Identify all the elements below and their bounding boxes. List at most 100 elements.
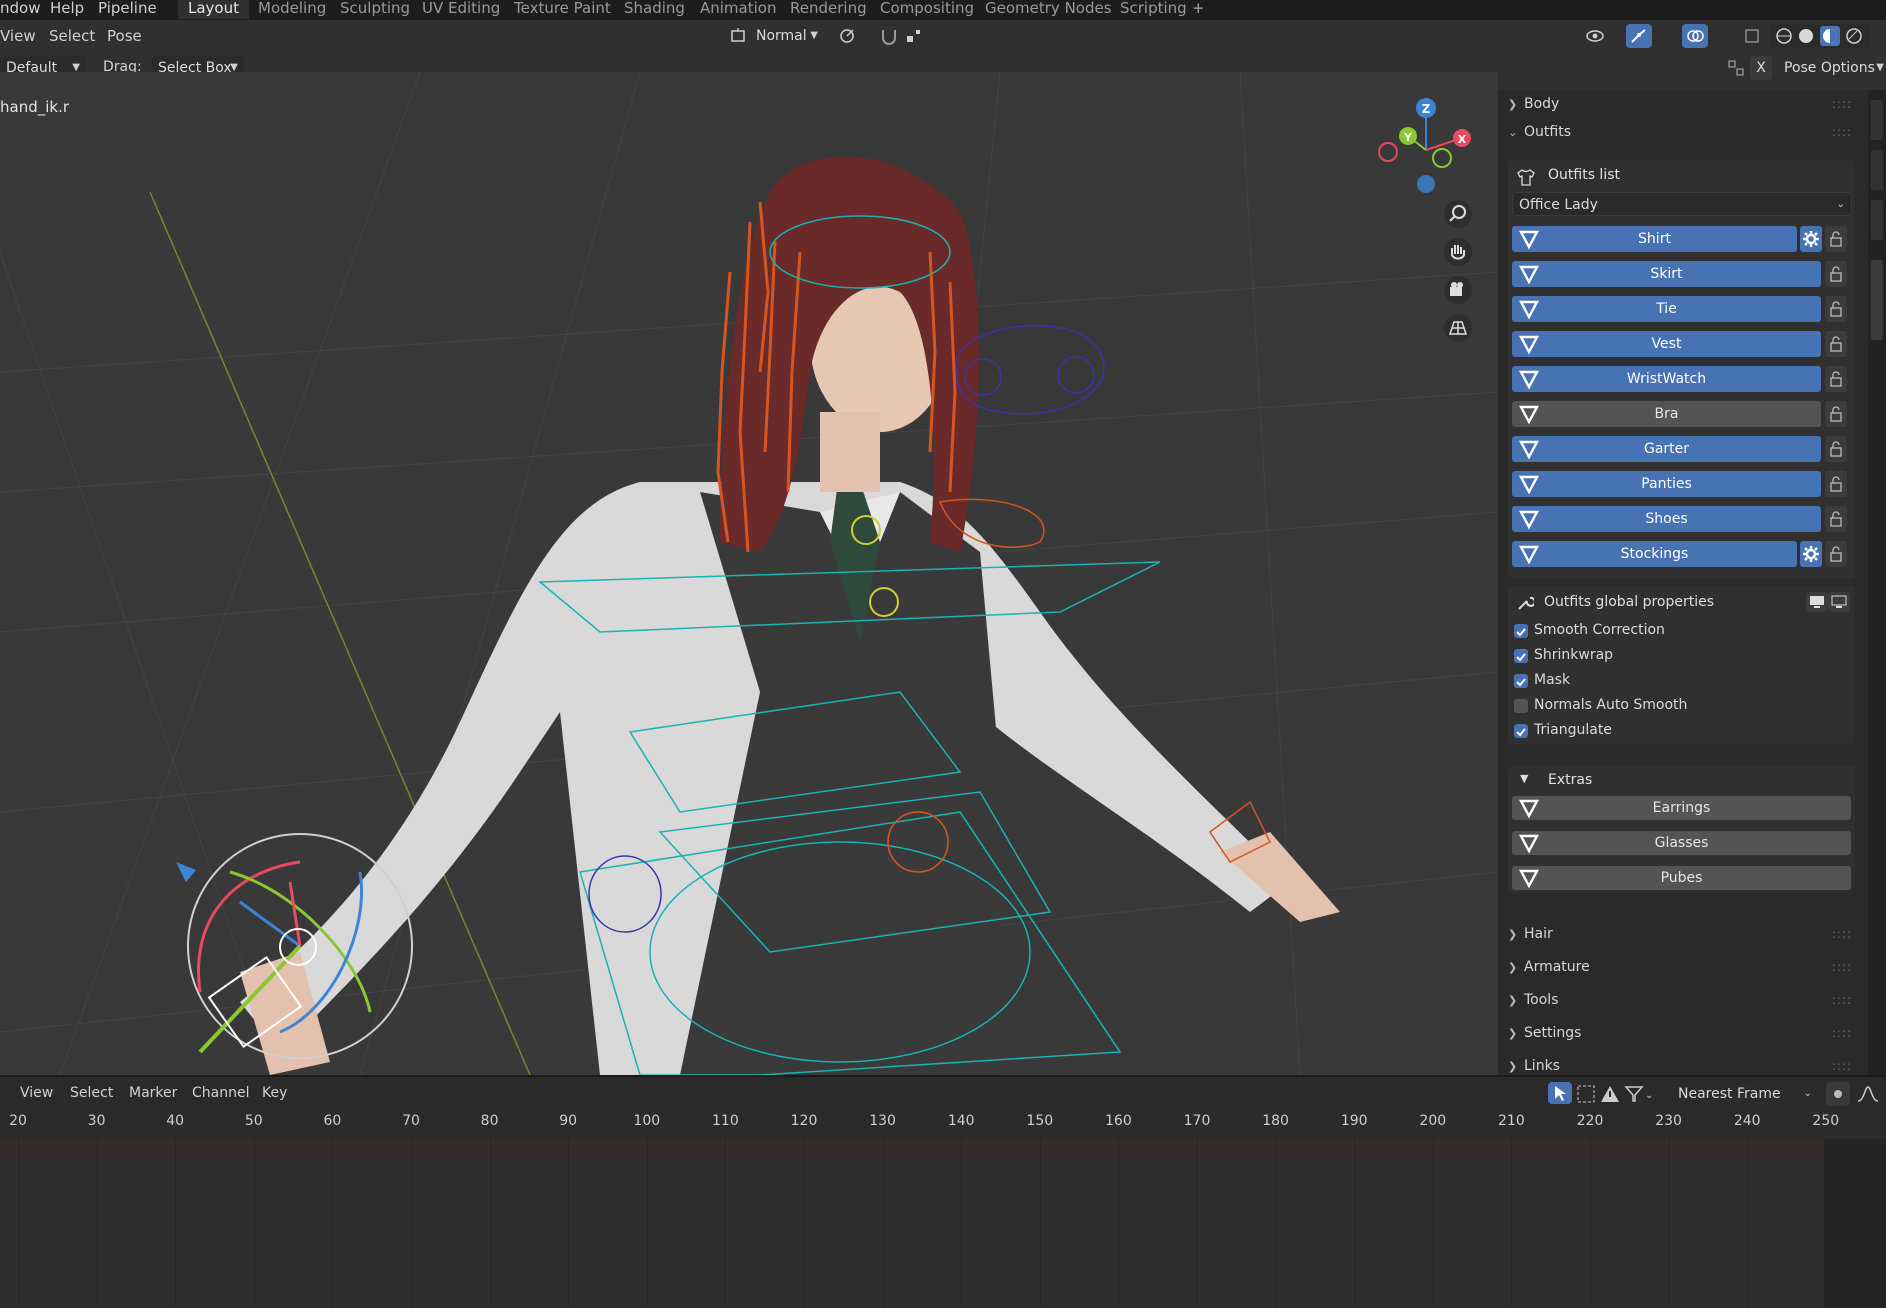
x-mirror-toggle[interactable]: X xyxy=(1750,56,1772,80)
menu-pose[interactable]: Pose xyxy=(107,27,142,45)
timeline-ruler[interactable]: 20 30 40 50 60 70 80 90 100 110 120 130 140 150 160 170… xyxy=(0,1109,1886,1139)
panel-section-header[interactable]: ❯ Hair:::: xyxy=(1508,920,1858,948)
timeline-menu-marker[interactable]: Marker xyxy=(129,1085,177,1101)
only-selected-button[interactable] xyxy=(1548,1082,1572,1104)
tab-uv-editing[interactable]: UV Editing xyxy=(422,0,500,17)
outfit-toggle-button[interactable]: Garter xyxy=(1512,436,1821,462)
menu-help[interactable]: Help xyxy=(50,0,84,17)
tab-geometry-nodes[interactable]: Geometry Nodes xyxy=(985,0,1112,17)
snap-mode-dropdown[interactable]: Nearest Frame ⌄ xyxy=(1672,1082,1818,1106)
snap-button[interactable] xyxy=(876,24,936,48)
timeline-menu-select[interactable]: Select xyxy=(70,1085,113,1101)
pivot-point-button[interactable] xyxy=(834,24,872,48)
tab-shading[interactable]: Shading xyxy=(624,0,685,17)
gizmo-toggle-button[interactable] xyxy=(1626,24,1652,48)
proportional-edit-button[interactable] xyxy=(1826,1082,1850,1106)
outfit-toggle-button[interactable]: Shoes xyxy=(1512,506,1821,532)
3d-viewport[interactable]: hand_ik.r Z Y X xyxy=(0,72,1498,1075)
menu-pipeline[interactable]: Pipeline xyxy=(98,0,157,17)
outfit-toggle-button[interactable]: Stockings xyxy=(1512,541,1797,567)
add-workspace-button[interactable]: + xyxy=(1192,0,1205,17)
tab-layout[interactable]: Layout xyxy=(178,0,249,19)
menu-window[interactable]: ndow xyxy=(0,0,40,17)
outfit-select-dropdown[interactable]: Office Lady ⌄ xyxy=(1512,192,1852,216)
warning-icon[interactable] xyxy=(1600,1084,1620,1104)
pose-flip-icon[interactable] xyxy=(1726,58,1746,78)
extra-toggle-button[interactable]: Pubes xyxy=(1512,866,1851,890)
camera-icon[interactable] xyxy=(1444,276,1472,304)
drag-grip-icon[interactable]: :::: xyxy=(1832,920,1852,948)
wireframe-shading-icon[interactable] xyxy=(1774,26,1794,46)
material-shading-icon[interactable] xyxy=(1820,26,1840,46)
panel-section-header[interactable]: ❯ Tools:::: xyxy=(1508,986,1858,1014)
outfit-lock-button[interactable] xyxy=(1825,436,1847,462)
visibility-button[interactable] xyxy=(1582,24,1622,48)
zoom-icon[interactable] xyxy=(1444,200,1472,228)
falloff-curve-icon[interactable] xyxy=(1856,1083,1880,1105)
global-prop-checkbox[interactable] xyxy=(1514,674,1528,688)
viewport-toggle-button[interactable] xyxy=(1806,592,1828,612)
menu-select[interactable]: Select xyxy=(49,27,95,45)
render-toggle-button[interactable] xyxy=(1828,592,1850,612)
tab-rendering[interactable]: Rendering xyxy=(790,0,867,17)
sidebar-tabs[interactable] xyxy=(1868,90,1886,1075)
sidebar-tab-addon[interactable] xyxy=(1871,260,1883,340)
show-hidden-icon[interactable] xyxy=(1576,1084,1596,1104)
extra-toggle-button[interactable]: Glasses xyxy=(1512,831,1851,855)
outfit-lock-button[interactable] xyxy=(1825,366,1847,392)
drag-grip-icon[interactable]: :::: xyxy=(1832,953,1852,981)
tab-modeling[interactable]: Modeling xyxy=(258,0,326,17)
global-prop-checkbox[interactable] xyxy=(1514,699,1528,713)
panel-section-header[interactable]: ❯ Armature:::: xyxy=(1508,953,1858,981)
filter-icon[interactable]: ⌄ xyxy=(1624,1084,1654,1104)
sidebar-tab-item[interactable] xyxy=(1871,100,1883,140)
pan-hand-icon[interactable] xyxy=(1444,238,1472,266)
drag-grip-icon[interactable]: :::: xyxy=(1832,1019,1852,1047)
outfit-lock-button[interactable] xyxy=(1825,261,1847,287)
timeline-area[interactable] xyxy=(0,1139,1886,1308)
drag-grip-icon[interactable]: :::: xyxy=(1832,1052,1852,1075)
panel-outfits-header[interactable]: ⌄ Outfits :::: xyxy=(1508,118,1858,146)
outfit-lock-button[interactable] xyxy=(1825,471,1847,497)
outfit-toggle-button[interactable]: Tie xyxy=(1512,296,1821,322)
drag-grip-icon[interactable]: :::: xyxy=(1832,986,1852,1014)
overlays-toggle-button[interactable] xyxy=(1682,24,1708,48)
tab-compositing[interactable]: Compositing xyxy=(880,0,974,17)
outfit-toggle-button[interactable]: WristWatch xyxy=(1512,366,1821,392)
outfit-toggle-button[interactable]: Bra xyxy=(1512,401,1821,427)
outfit-lock-button[interactable] xyxy=(1825,331,1847,357)
panel-section-header[interactable]: ❯ Settings:::: xyxy=(1508,1019,1858,1047)
navigation-gizmo[interactable]: Z Y X xyxy=(1374,94,1484,194)
outfit-settings-button[interactable] xyxy=(1800,226,1822,252)
outfit-toggle-button[interactable]: Shirt xyxy=(1512,226,1797,252)
panel-body-header[interactable]: ❯ Body :::: xyxy=(1508,90,1858,118)
outfit-lock-button[interactable] xyxy=(1825,226,1847,252)
tab-sculpting[interactable]: Sculpting xyxy=(340,0,410,17)
extra-toggle-button[interactable]: Earrings xyxy=(1512,796,1851,820)
outfit-settings-button[interactable] xyxy=(1800,541,1822,567)
rendered-shading-icon[interactable] xyxy=(1844,26,1864,46)
sidebar-tab-view[interactable] xyxy=(1871,200,1883,240)
timeline-menu-channel[interactable]: Channel xyxy=(192,1085,249,1101)
global-prop-checkbox[interactable] xyxy=(1514,649,1528,663)
timeline-menu-view[interactable]: View xyxy=(20,1085,53,1101)
timeline-menu-key[interactable]: Key xyxy=(262,1085,287,1101)
xray-toggle-button[interactable] xyxy=(1740,24,1766,48)
outfit-lock-button[interactable] xyxy=(1825,541,1847,567)
drag-grip-icon[interactable]: :::: xyxy=(1832,118,1852,146)
global-prop-checkbox[interactable] xyxy=(1514,724,1528,738)
outfit-lock-button[interactable] xyxy=(1825,296,1847,322)
outfit-lock-button[interactable] xyxy=(1825,401,1847,427)
pose-options-dropdown[interactable]: Pose Options ▼ xyxy=(1778,56,1886,80)
orientation-dropdown[interactable]: Normal ▼ xyxy=(726,24,824,48)
panel-section-header[interactable]: ❯ Links:::: xyxy=(1508,1052,1858,1075)
tab-texture-paint[interactable]: Texture Paint xyxy=(514,0,611,17)
menu-view[interactable]: View xyxy=(0,27,36,45)
outfit-lock-button[interactable] xyxy=(1825,506,1847,532)
tab-scripting[interactable]: Scripting xyxy=(1120,0,1187,17)
solid-shading-icon[interactable] xyxy=(1796,26,1816,46)
outfit-toggle-button[interactable]: Vest xyxy=(1512,331,1821,357)
sidebar-tab-tool[interactable] xyxy=(1871,150,1883,190)
tab-animation[interactable]: Animation xyxy=(700,0,776,17)
global-prop-checkbox[interactable] xyxy=(1514,624,1528,638)
